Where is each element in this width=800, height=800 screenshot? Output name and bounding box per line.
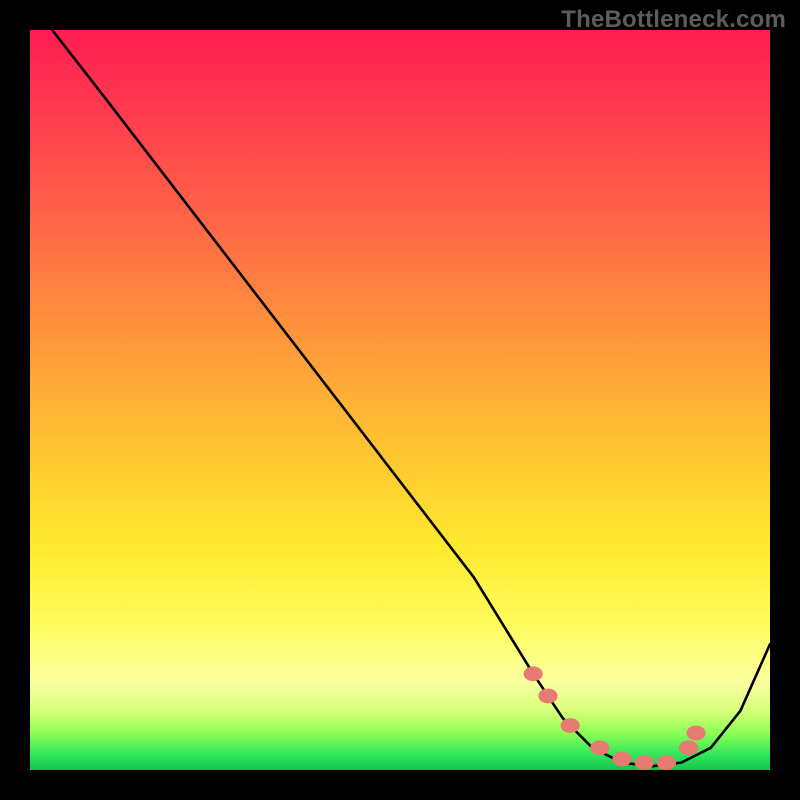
marker-dot xyxy=(612,752,631,767)
marker-dot xyxy=(657,755,676,770)
chart-container: TheBottleneck.com xyxy=(0,0,800,800)
curve-svg xyxy=(30,30,770,770)
marker-dot xyxy=(635,755,654,770)
marker-dot xyxy=(538,689,557,704)
bottleneck-curve xyxy=(52,30,770,766)
marker-dot xyxy=(590,740,609,755)
plot-area xyxy=(30,30,770,770)
marker-dot xyxy=(686,726,705,741)
marker-dot xyxy=(524,666,543,681)
marker-dot xyxy=(679,740,698,755)
marker-group xyxy=(524,666,706,770)
marker-dot xyxy=(561,718,580,733)
